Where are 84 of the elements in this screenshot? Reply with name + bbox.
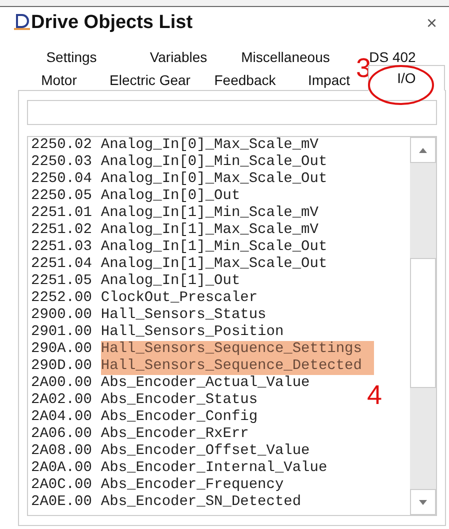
object-index: 2250.02 — [31, 137, 92, 154]
object-index: 2251.02 — [31, 222, 92, 239]
object-name: Analog_In[1]_Min_Scale_mV — [100, 205, 318, 222]
object-index: 2250.03 — [31, 154, 92, 171]
object-name: Abs_Encoder_RxErr — [100, 426, 249, 443]
object-name: Abs_Encoder_Internal_Value — [100, 460, 328, 477]
app-logo-icon — [14, 14, 30, 32]
object-name: Analog_In[1]_Min_Scale_Out — [100, 239, 328, 256]
object-index: 2A00.00 — [31, 375, 92, 392]
object-index: 2901.00 — [31, 324, 92, 341]
object-name: Analog_In[1]_Out — [100, 273, 240, 290]
list-item[interactable]: 2A00.00 Abs_Encoder_Actual_Value — [31, 375, 310, 392]
down-arrow-icon — [419, 500, 427, 504]
object-index: 290A.00 — [31, 341, 92, 358]
object-name: Analog_In[1]_Max_Scale_mV — [100, 222, 318, 239]
list-item[interactable]: 2A06.00 Abs_Encoder_RxErr — [31, 426, 249, 443]
object-index: 2A0A.00 — [31, 460, 92, 477]
list-item[interactable]: 2250.05 Analog_In[0]_Out — [31, 188, 240, 205]
tab[interactable]: Variables — [125, 45, 232, 68]
object-name: Abs_Encoder_Actual_Value — [100, 375, 310, 392]
annotation-number: 4 — [367, 380, 382, 411]
list-item[interactable]: 2250.04 Analog_In[0]_Max_Scale_Out — [31, 171, 328, 188]
list-item[interactable]: 2A0E.00 Abs_Encoder_SN_Detected — [31, 494, 302, 511]
tab[interactable]: Electric Gear — [100, 68, 200, 91]
object-index: 2250.05 — [31, 188, 92, 205]
scroll-thumb[interactable] — [410, 258, 436, 388]
list-item[interactable]: 2251.03 Analog_In[1]_Min_Scale_Out — [31, 239, 328, 256]
object-name: Hall_Sensors_Sequence_Settings — [100, 341, 374, 358]
object-index: 2A0E.00 — [31, 494, 92, 511]
object-index: 2251.05 — [31, 273, 92, 290]
object-name: Abs_Encoder_Config — [100, 409, 258, 426]
object-name: Abs_Encoder_SN_Detected — [100, 494, 302, 511]
list-item[interactable]: 290A.00 Hall_Sensors_Sequence_Settings — [31, 341, 374, 358]
scroll-down-button[interactable] — [410, 489, 436, 515]
object-index: 2A02.00 — [31, 392, 92, 409]
list-item[interactable]: 2900.00 Hall_Sensors_Status — [31, 307, 266, 324]
object-name: Abs_Encoder_Offset_Value — [100, 443, 310, 460]
scrollbar[interactable] — [410, 137, 436, 515]
object-name: Analog_In[0]_Max_Scale_Out — [100, 171, 328, 188]
list-item[interactable]: 2A02.00 Abs_Encoder_Status — [31, 392, 258, 409]
object-index: 2251.04 — [31, 256, 92, 273]
object-name: Abs_Encoder_Frequency — [100, 477, 284, 494]
list-item[interactable]: 2251.04 Analog_In[1]_Max_Scale_Out — [31, 256, 328, 273]
list-item[interactable]: 2251.01 Analog_In[1]_Min_Scale_mV — [31, 205, 318, 222]
tab[interactable]: Motor — [18, 68, 100, 91]
list-item[interactable]: 290D.00 Hall_Sensors_Sequence_Detected — [31, 358, 374, 375]
object-index: 2900.00 — [31, 307, 92, 324]
list-item[interactable]: 2A08.00 Abs_Encoder_Offset_Value — [31, 443, 310, 460]
list-item[interactable]: 2250.03 Analog_In[0]_Min_Scale_Out — [31, 154, 328, 171]
object-name: Analog_In[0]_Min_Scale_Out — [100, 154, 328, 171]
object-index: 2251.01 — [31, 205, 92, 222]
list-item[interactable]: 2251.05 Analog_In[1]_Out — [31, 273, 240, 290]
object-name: Analog_In[0]_Out — [100, 188, 240, 205]
object-name: Hall_Sensors_Position — [100, 324, 284, 341]
object-index: 2252.00 — [31, 290, 92, 307]
list-item[interactable]: 2A0A.00 Abs_Encoder_Internal_Value — [31, 460, 328, 477]
tab[interactable]: Feedback — [200, 68, 290, 91]
object-index: 2250.04 — [31, 171, 92, 188]
list-item[interactable]: 2A0C.00 Abs_Encoder_Frequency — [31, 477, 284, 494]
list-item[interactable]: 2251.02 Analog_In[1]_Max_Scale_mV — [31, 222, 318, 239]
close-button[interactable]: × — [424, 12, 439, 34]
object-index: 290D.00 — [31, 358, 92, 375]
object-index: 2A08.00 — [31, 443, 92, 460]
object-index: 2A06.00 — [31, 426, 92, 443]
tab[interactable]: I/O — [368, 65, 445, 91]
object-name: Hall_Sensors_Status — [100, 307, 266, 324]
up-arrow-icon — [419, 148, 427, 152]
scroll-up-button[interactable] — [410, 137, 436, 163]
object-name: Abs_Encoder_Status — [100, 392, 258, 409]
object-index: 2251.03 — [31, 239, 92, 256]
tab[interactable]: Settings — [18, 45, 125, 68]
object-name: Hall_Sensors_Sequence_Detected — [100, 358, 374, 375]
filter-field[interactable] — [27, 100, 437, 125]
object-name: Analog_In[1]_Max_Scale_Out — [100, 256, 328, 273]
list-item[interactable]: 2252.00 ClockOut_Prescaler — [31, 290, 258, 307]
tab[interactable]: Miscellaneous — [232, 45, 339, 68]
object-index: 2A0C.00 — [31, 477, 92, 494]
object-name: Analog_In[0]_Max_Scale_mV — [100, 137, 318, 154]
list-item[interactable]: 2A04.00 Abs_Encoder_Config — [31, 409, 258, 426]
object-name: ClockOut_Prescaler — [100, 290, 258, 307]
window-title: Drive Objects List — [31, 12, 193, 34]
list-item[interactable]: 2250.02 Analog_In[0]_Max_Scale_mV — [31, 137, 318, 154]
object-index: 2A04.00 — [31, 409, 92, 426]
list-item[interactable]: 2901.00 Hall_Sensors_Position — [31, 324, 284, 341]
